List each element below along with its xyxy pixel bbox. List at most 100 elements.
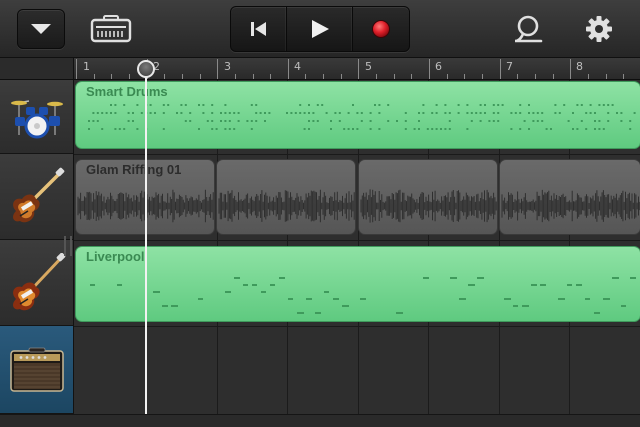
midi-note xyxy=(268,112,271,114)
timeline-ruler[interactable]: 1 2 3 4 5 6 7 8 xyxy=(74,58,640,80)
menu-button[interactable] xyxy=(17,9,65,49)
midi-note xyxy=(378,128,381,130)
midi-note xyxy=(457,112,460,114)
midi-note xyxy=(330,128,332,130)
midi-note xyxy=(504,298,511,300)
midi-note xyxy=(123,104,126,106)
ruler-tick xyxy=(76,59,77,79)
ruler-tick xyxy=(393,74,395,79)
audio-waveform xyxy=(360,189,497,223)
region-glam-riffing-loop[interactable] xyxy=(358,159,498,235)
midi-note xyxy=(423,277,429,279)
midi-note xyxy=(378,104,381,106)
midi-note xyxy=(118,128,121,130)
midi-note xyxy=(360,120,363,122)
midi-note xyxy=(290,112,293,114)
loop-browser-button[interactable] xyxy=(508,11,548,47)
ruler-tick xyxy=(376,74,378,79)
settings-button[interactable] xyxy=(580,11,618,47)
midi-note xyxy=(576,128,579,130)
midi-note xyxy=(114,104,117,106)
ruler-tick xyxy=(323,74,325,79)
tracks-area[interactable]: Smart Drums Glam Riffing 01 Liverpool xyxy=(74,80,640,414)
playhead-handle[interactable] xyxy=(137,60,155,78)
midi-note xyxy=(261,291,266,293)
midi-note xyxy=(563,104,566,106)
midi-note xyxy=(234,277,240,279)
loop-browser-icon xyxy=(514,15,543,43)
track-header-resize-handle[interactable] xyxy=(64,236,72,256)
midi-note xyxy=(255,112,258,114)
midi-note xyxy=(545,128,548,130)
midi-note xyxy=(514,112,517,114)
track-header-amp[interactable] xyxy=(0,326,74,414)
rewind-button[interactable] xyxy=(231,7,287,51)
midi-note xyxy=(189,112,192,114)
region-glam-riffing-loop[interactable] xyxy=(499,159,640,235)
midi-note xyxy=(101,128,104,130)
midi-note xyxy=(448,128,451,130)
midi-note xyxy=(184,104,187,106)
midi-note xyxy=(198,298,203,300)
ruler-tick xyxy=(411,74,413,79)
record-button[interactable] xyxy=(353,7,409,51)
ruler-tick xyxy=(164,74,166,79)
midi-note xyxy=(444,128,447,130)
midi-note xyxy=(315,312,321,314)
midi-note xyxy=(466,128,469,130)
ruler-tick xyxy=(340,74,342,79)
region-smart-drums[interactable]: Smart Drums xyxy=(75,81,640,149)
midi-note xyxy=(589,112,592,114)
track-header-drums[interactable] xyxy=(0,80,74,154)
midi-note xyxy=(220,120,222,122)
midi-note xyxy=(224,112,227,114)
midi-note xyxy=(484,112,486,114)
midi-note xyxy=(435,112,438,114)
midi-note xyxy=(279,277,285,279)
instrument-browser-button[interactable] xyxy=(86,11,136,47)
bass-note-pattern xyxy=(90,277,636,314)
midi-note xyxy=(621,305,626,307)
midi-note xyxy=(497,112,500,114)
midi-note xyxy=(105,112,108,114)
midi-note xyxy=(607,120,610,122)
midi-note xyxy=(378,112,381,114)
electric-guitar-icon xyxy=(12,167,64,222)
amp-icon xyxy=(90,15,132,43)
midi-note xyxy=(110,104,112,106)
midi-note xyxy=(202,104,205,106)
midi-note xyxy=(308,104,310,106)
ruler-tick xyxy=(199,74,201,79)
midi-note xyxy=(528,128,530,130)
midi-note xyxy=(136,104,139,106)
midi-note xyxy=(136,128,139,130)
play-button[interactable] xyxy=(287,7,353,51)
midi-note xyxy=(299,104,302,106)
region-liverpool[interactable]: Liverpool xyxy=(75,246,640,322)
region-label: Glam Riffing 01 xyxy=(86,162,182,177)
toolbar xyxy=(0,0,640,58)
midi-note xyxy=(250,128,253,130)
ruler-tick xyxy=(623,74,625,79)
track-header-bass[interactable] xyxy=(0,240,74,326)
bass-guitar-icon xyxy=(12,252,65,310)
midi-note xyxy=(603,298,610,300)
midi-note xyxy=(448,112,451,114)
midi-note xyxy=(418,112,420,114)
midi-note xyxy=(369,112,372,114)
midi-note xyxy=(180,104,183,106)
ruler-tick xyxy=(552,74,554,79)
midi-note xyxy=(360,112,363,114)
midi-note xyxy=(255,104,258,106)
region-glam-riffing-loop[interactable] xyxy=(216,159,356,235)
midi-note xyxy=(330,120,332,122)
midi-note xyxy=(413,128,416,130)
midi-note xyxy=(180,112,183,114)
midi-note xyxy=(308,128,310,130)
midi-note xyxy=(176,112,178,114)
gear-icon xyxy=(586,16,612,42)
lane-separator xyxy=(74,240,640,241)
midi-note xyxy=(140,112,143,114)
track-header-guitar[interactable] xyxy=(0,154,74,240)
ruler-tick xyxy=(305,74,307,79)
